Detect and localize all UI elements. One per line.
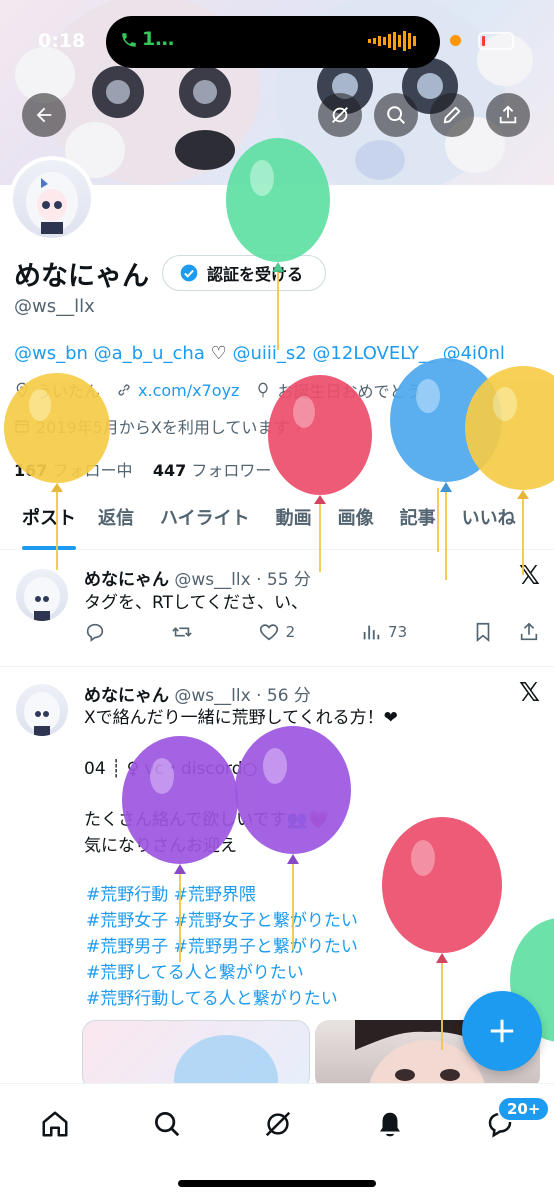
nav-grok[interactable] (256, 1102, 300, 1146)
balloon-purple-right (235, 726, 351, 950)
grok-icon (265, 1111, 291, 1137)
balloon-purple-left (122, 736, 238, 962)
home-indicator[interactable] (178, 1180, 376, 1187)
balloon-red (268, 375, 372, 572)
balloon-yellow-left (4, 373, 110, 570)
balloon-animation-overlay (4, 138, 554, 1083)
plus-icon (490, 1019, 514, 1043)
nav-search[interactable] (145, 1102, 189, 1146)
compose-post-button[interactable] (462, 991, 542, 1071)
notifications-icon (380, 1112, 400, 1137)
balloon-blue-lower (174, 1035, 278, 1083)
nav-home[interactable] (33, 1102, 77, 1146)
home-icon (42, 1111, 68, 1137)
nav-notifications[interactable] (368, 1102, 412, 1146)
search-icon (155, 1112, 180, 1137)
messages-unread-badge: 20+ (497, 1096, 551, 1122)
balloon-green (226, 138, 330, 350)
